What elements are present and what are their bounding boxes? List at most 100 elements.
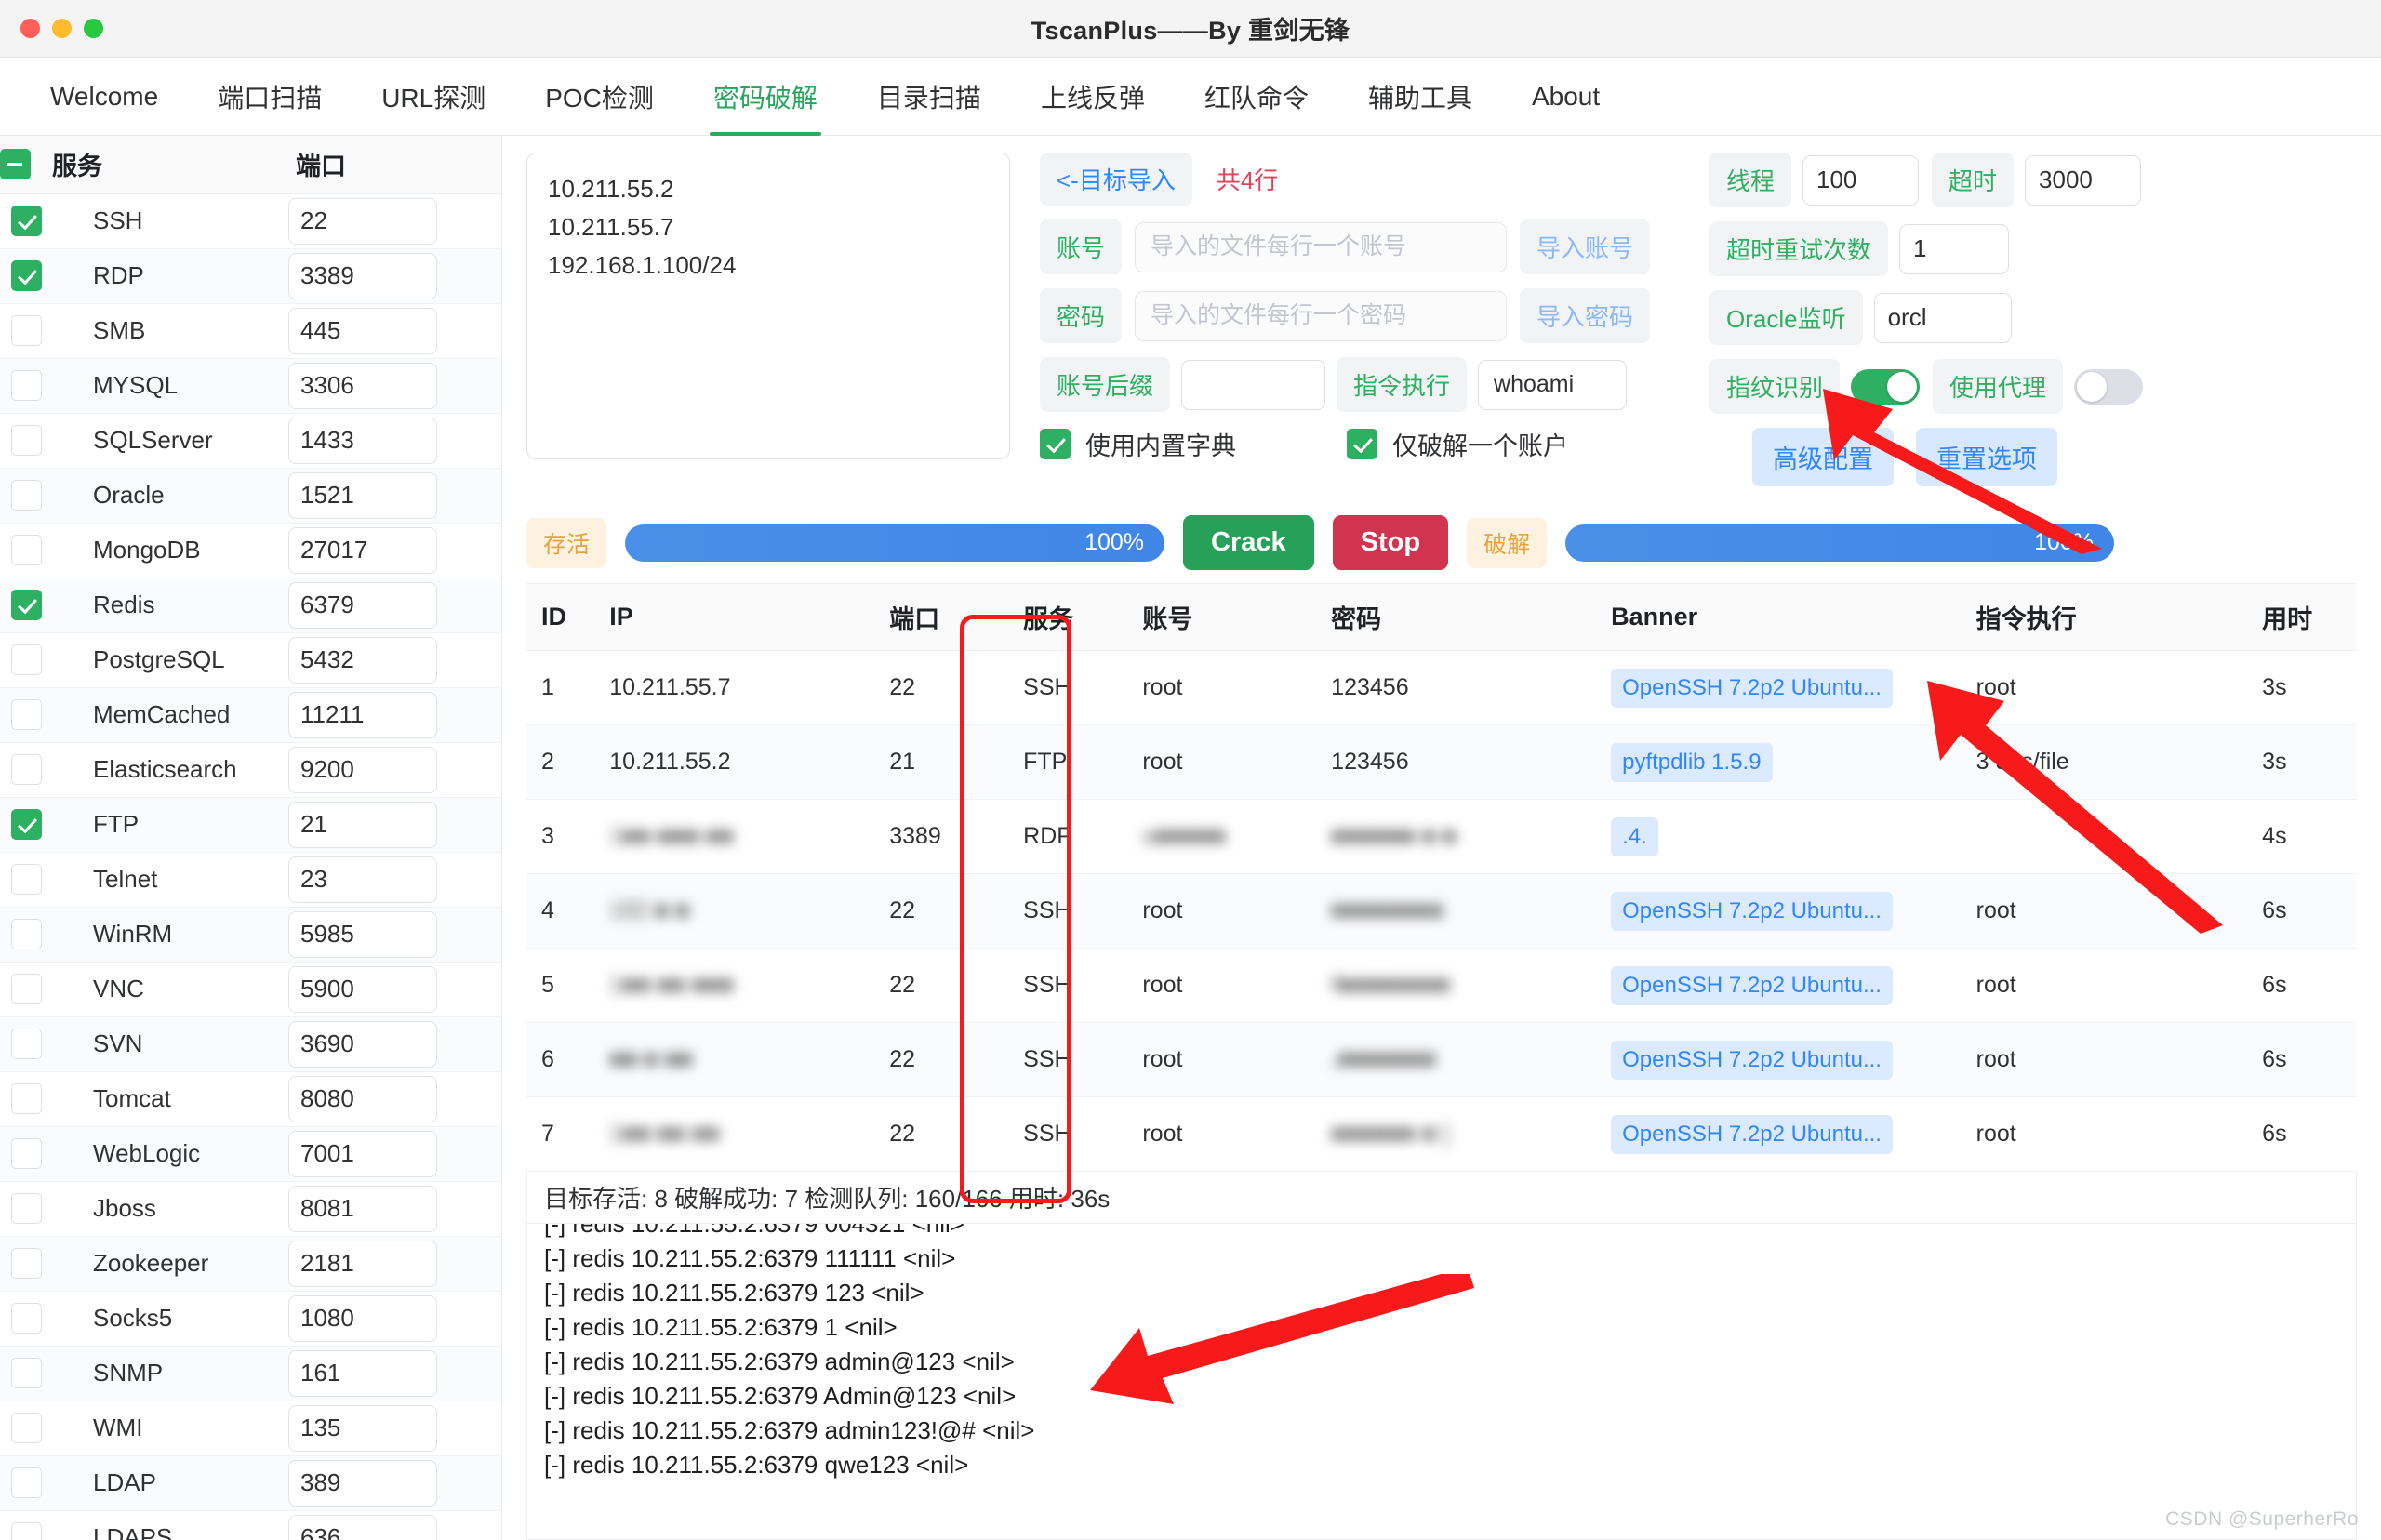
service-port-cell[interactable] [288, 962, 502, 1016]
targets-textarea[interactable] [526, 153, 1010, 459]
import-target-button[interactable]: <-目标导入 [1040, 153, 1192, 206]
service-port-cell[interactable] [288, 1181, 502, 1236]
service-row[interactable]: Zookeeper [0, 1236, 502, 1291]
only-one-account-row[interactable]: 仅破解一个账户 [1347, 426, 1568, 462]
service-port-input[interactable] [288, 582, 437, 629]
retry-input[interactable] [1899, 224, 2009, 274]
main-tab-bar[interactable]: Welcome端口扫描URL探测POC检测密码破解目录扫描上线反弹红队命令辅助工… [0, 58, 2381, 136]
tab-9[interactable]: About [1502, 58, 1629, 136]
select-all-checkbox[interactable] [0, 149, 31, 179]
service-checkbox-cell[interactable] [0, 1071, 52, 1126]
service-port-input[interactable] [288, 1515, 437, 1540]
command-exec-input[interactable] [1478, 360, 1627, 410]
service-checkbox-cell[interactable] [0, 303, 52, 358]
service-row[interactable]: LDAP [0, 1455, 502, 1510]
service-checkbox[interactable] [11, 590, 42, 620]
service-checkbox-cell[interactable] [0, 1346, 52, 1401]
service-row[interactable]: WebLogic [0, 1126, 502, 1181]
service-checkbox[interactable] [11, 1083, 42, 1114]
service-checkbox-cell[interactable] [0, 742, 52, 797]
service-row[interactable]: MongoDB [0, 523, 502, 578]
service-row[interactable]: SMB [0, 303, 502, 358]
service-checkbox[interactable] [11, 809, 42, 840]
service-port-input[interactable] [288, 966, 437, 1013]
service-row[interactable]: SQLServer [0, 413, 502, 468]
service-checkbox-cell[interactable] [0, 1126, 52, 1181]
crack-button[interactable]: Crack [1183, 515, 1314, 570]
service-port-cell[interactable] [288, 797, 502, 852]
service-port-input[interactable] [288, 1186, 437, 1232]
service-port-cell[interactable] [288, 358, 502, 413]
service-checkbox-cell[interactable] [0, 1401, 52, 1455]
service-port-cell[interactable] [288, 413, 502, 468]
cell-banner[interactable]: OpenSSH 7.2p2 Ubuntu... [1596, 1097, 1962, 1172]
service-checkbox[interactable] [11, 315, 42, 346]
service-checkbox[interactable] [11, 1303, 42, 1334]
service-row[interactable]: RDP [0, 248, 502, 303]
service-checkbox-cell[interactable] [0, 358, 52, 413]
service-checkbox-cell[interactable] [0, 962, 52, 1016]
table-row[interactable]: 6■■ ■ ■■22SSHroot,■■■■■■■OpenSSH 7.2p2 U… [526, 1023, 2357, 1097]
service-checkbox-cell[interactable] [0, 193, 52, 248]
service-checkbox[interactable] [11, 535, 42, 565]
service-row[interactable]: FTP [0, 797, 502, 852]
service-row[interactable]: WMI [0, 1401, 502, 1455]
service-row[interactable]: PostgreSQL [0, 632, 502, 687]
service-port-cell[interactable] [288, 1236, 502, 1291]
account-suffix-input[interactable] [1181, 360, 1325, 410]
service-checkbox-cell[interactable] [0, 907, 52, 962]
tab-2[interactable]: URL探测 [352, 58, 515, 136]
banner-badge[interactable]: OpenSSH 7.2p2 Ubuntu... [1611, 1041, 1893, 1080]
service-port-cell[interactable] [288, 1016, 502, 1071]
service-port-cell[interactable] [288, 632, 502, 687]
service-port-input[interactable] [288, 692, 437, 738]
service-checkbox[interactable] [11, 1522, 42, 1540]
service-port-input[interactable] [288, 747, 437, 793]
only-one-account-checkbox[interactable] [1347, 429, 1377, 459]
service-checkbox-cell[interactable] [0, 413, 52, 468]
service-port-input[interactable] [288, 1350, 437, 1397]
table-row[interactable]: 110.211.55.722SSHroot123456OpenSSH 7.2p2… [526, 651, 2357, 725]
tab-3[interactable]: POC检测 [515, 58, 684, 136]
tab-0[interactable]: Welcome [20, 58, 188, 136]
service-row[interactable]: Tomcat [0, 1071, 502, 1126]
import-password-button[interactable]: 导入密码 [1520, 288, 1650, 343]
service-port-cell[interactable] [288, 248, 502, 303]
banner-badge[interactable]: .4. [1611, 817, 1658, 856]
service-checkbox[interactable] [11, 425, 42, 456]
service-port-input[interactable] [288, 1131, 437, 1177]
service-port-input[interactable] [288, 1405, 437, 1452]
service-checkbox[interactable] [11, 919, 42, 949]
service-row[interactable]: Telnet [0, 852, 502, 907]
service-port-cell[interactable] [288, 303, 502, 358]
banner-badge[interactable]: OpenSSH 7.2p2 Ubuntu... [1611, 1115, 1893, 1154]
cell-banner[interactable]: OpenSSH 7.2p2 Ubuntu... [1596, 949, 1962, 1023]
service-row[interactable]: Jboss [0, 1181, 502, 1236]
tab-4[interactable]: 密码破解 [684, 58, 847, 136]
service-port-input[interactable] [288, 308, 437, 354]
table-row[interactable]: 4192 ■ ■22SSHroot■■■■■■■■OpenSSH 7.2p2 U… [526, 874, 2357, 949]
banner-badge[interactable]: OpenSSH 7.2p2 Ubuntu... [1611, 892, 1893, 931]
service-port-cell[interactable] [288, 1071, 502, 1126]
cell-banner[interactable]: OpenSSH 7.2p2 Ubuntu... [1596, 651, 1962, 725]
service-port-cell[interactable] [288, 1455, 502, 1510]
service-row[interactable]: Elasticsearch [0, 742, 502, 797]
cell-banner[interactable]: OpenSSH 7.2p2 Ubuntu... [1596, 1023, 1962, 1097]
service-row[interactable]: MYSQL [0, 358, 502, 413]
service-port-cell[interactable] [288, 1291, 502, 1346]
service-checkbox[interactable] [11, 1029, 42, 1059]
service-port-input[interactable] [288, 418, 437, 464]
service-checkbox-cell[interactable] [0, 632, 52, 687]
service-checkbox[interactable] [11, 1413, 42, 1443]
service-port-input[interactable] [288, 1241, 437, 1287]
service-port-input[interactable] [288, 527, 437, 574]
service-checkbox-cell[interactable] [0, 523, 52, 578]
service-checkbox-cell[interactable] [0, 1181, 52, 1236]
service-row[interactable]: VNC [0, 962, 502, 1016]
service-port-cell[interactable] [288, 1510, 502, 1540]
service-checkbox-cell[interactable] [0, 248, 52, 303]
service-row[interactable]: Redis [0, 578, 502, 632]
proxy-toggle[interactable] [2074, 369, 2143, 405]
service-port-input[interactable] [288, 363, 437, 409]
service-port-cell[interactable] [288, 523, 502, 578]
